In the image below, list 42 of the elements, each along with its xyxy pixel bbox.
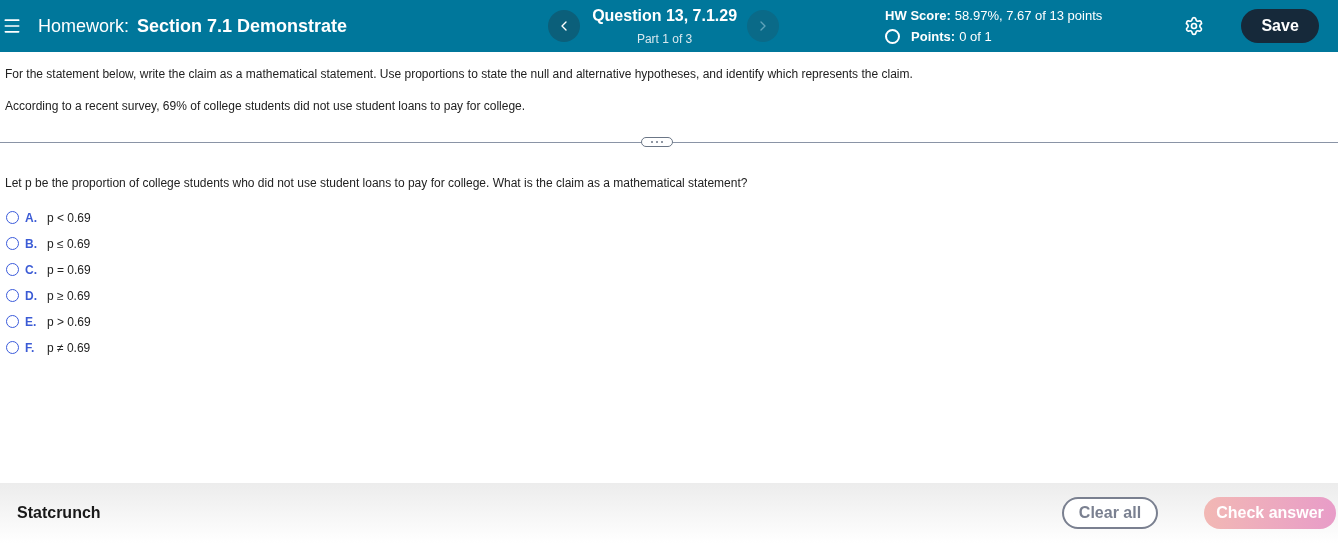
radio-button[interactable] — [6, 289, 19, 302]
option-letter: B. — [25, 235, 38, 253]
menu-icon[interactable] — [2, 16, 22, 36]
homework-title: Section 7.1 Demonstrate — [137, 14, 348, 38]
expand-button[interactable] — [641, 137, 673, 147]
option-text: p < 0.69 — [47, 209, 91, 227]
answer-option[interactable]: C. p = 0.69 — [6, 262, 1338, 277]
previous-question-button[interactable] — [548, 10, 581, 42]
answer-option[interactable]: F. p ≠ 0.69 — [6, 340, 1338, 355]
statcrunch-link[interactable]: Statcrunch — [17, 501, 101, 525]
question-text: Let p be the proportion of college students who did not use student loans to pay for college. What is the claim as a mathematical statement? — [4, 175, 749, 192]
settings-icon[interactable] — [1184, 16, 1205, 36]
score-label: HW Score: — [885, 6, 951, 25]
radio-button[interactable] — [6, 263, 19, 276]
option-letter: C. — [25, 261, 38, 279]
statement-text: According to a recent survey, 69% of college students did not use student loans to pay for college. — [5, 98, 527, 115]
radio-button[interactable] — [6, 315, 19, 328]
option-text: p ≥ 0.69 — [47, 287, 91, 305]
question-part: Part 1 of 3 — [636, 31, 693, 48]
answer-option[interactable]: B. p ≤ 0.69 — [6, 236, 1338, 251]
option-letter: A. — [25, 209, 38, 227]
answer-option[interactable]: D. p ≥ 0.69 — [6, 288, 1338, 303]
save-button[interactable]: Save — [1241, 9, 1320, 43]
question-title: Question 13, 7.1.29 — [592, 6, 738, 26]
option-letter: F. — [25, 339, 36, 357]
radio-button[interactable] — [6, 237, 19, 250]
option-letter: D. — [25, 287, 38, 305]
answer-option[interactable]: A. p < 0.69 — [6, 210, 1338, 225]
score-value: 58.97%, 7.67 of 13 points — [954, 6, 1103, 25]
radio-button[interactable] — [6, 341, 19, 354]
homework-label: Homework: — [38, 14, 130, 38]
option-text: p > 0.69 — [47, 313, 91, 331]
points-value: 0 of 1 — [959, 28, 992, 46]
instructions-text: For the statement below, write the claim as a mathematical statement. Use proportions to state the null and alternative hypotheses, and identify which represents the claim. — [5, 66, 914, 83]
option-text: p ≤ 0.69 — [47, 235, 91, 253]
points-label: Points: — [911, 28, 956, 46]
answer-option[interactable]: E. p > 0.69 — [6, 314, 1338, 329]
radio-button[interactable] — [6, 211, 19, 224]
clear-all-button[interactable]: Clear all — [1062, 497, 1158, 529]
option-text: p ≠ 0.69 — [47, 339, 91, 357]
option-text: p = 0.69 — [47, 261, 91, 279]
option-letter: E. — [25, 313, 38, 331]
